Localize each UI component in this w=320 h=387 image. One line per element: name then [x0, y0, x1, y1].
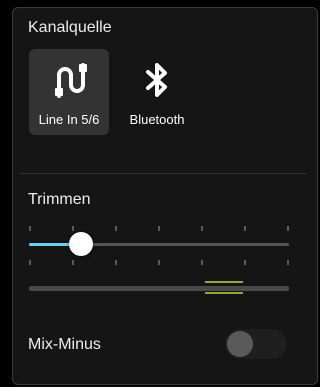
- source-line-in-button[interactable]: Line In 5/6: [29, 49, 109, 135]
- trim-tick-top: [72, 226, 74, 231]
- trim-tick-bottom: [29, 260, 31, 265]
- source-bluetooth-label: Bluetooth: [129, 112, 185, 127]
- trim-slider-thumb[interactable]: [69, 232, 93, 256]
- trim-tick-bottom: [244, 260, 246, 265]
- trim-tick-top: [287, 226, 289, 231]
- bluetooth-icon: [146, 63, 167, 97]
- trim-tick-bottom: [115, 260, 117, 265]
- trim-tick-bottom: [158, 260, 160, 265]
- trim-tick-top: [158, 226, 160, 231]
- mix-minus-label: Mix-Minus: [28, 336, 101, 353]
- trim-tick-bottom: [201, 260, 203, 265]
- trim-slider[interactable]: [29, 220, 289, 280]
- level-meter-marker-top: [205, 281, 243, 283]
- mix-minus-toggle-knob: [227, 331, 253, 357]
- source-line-in-label: Line In 5/6: [38, 112, 100, 127]
- trim-tick-top: [201, 226, 203, 231]
- source-bluetooth-button[interactable]: Bluetooth: [121, 49, 193, 135]
- trim-tick-bottom: [72, 260, 74, 265]
- channel-source-title: Kanalquelle: [28, 19, 112, 36]
- trim-tick-top: [29, 226, 31, 231]
- mix-minus-toggle[interactable]: [225, 329, 287, 359]
- trim-tick-top: [244, 226, 246, 231]
- trim-title: Trimmen: [28, 191, 91, 208]
- line-in-icon: [55, 63, 87, 98]
- section-divider: [20, 173, 306, 174]
- trim-tick-top: [115, 226, 117, 231]
- level-meter: [29, 281, 289, 294]
- level-meter-marker-bottom: [205, 292, 243, 294]
- trim-tick-bottom: [287, 260, 289, 265]
